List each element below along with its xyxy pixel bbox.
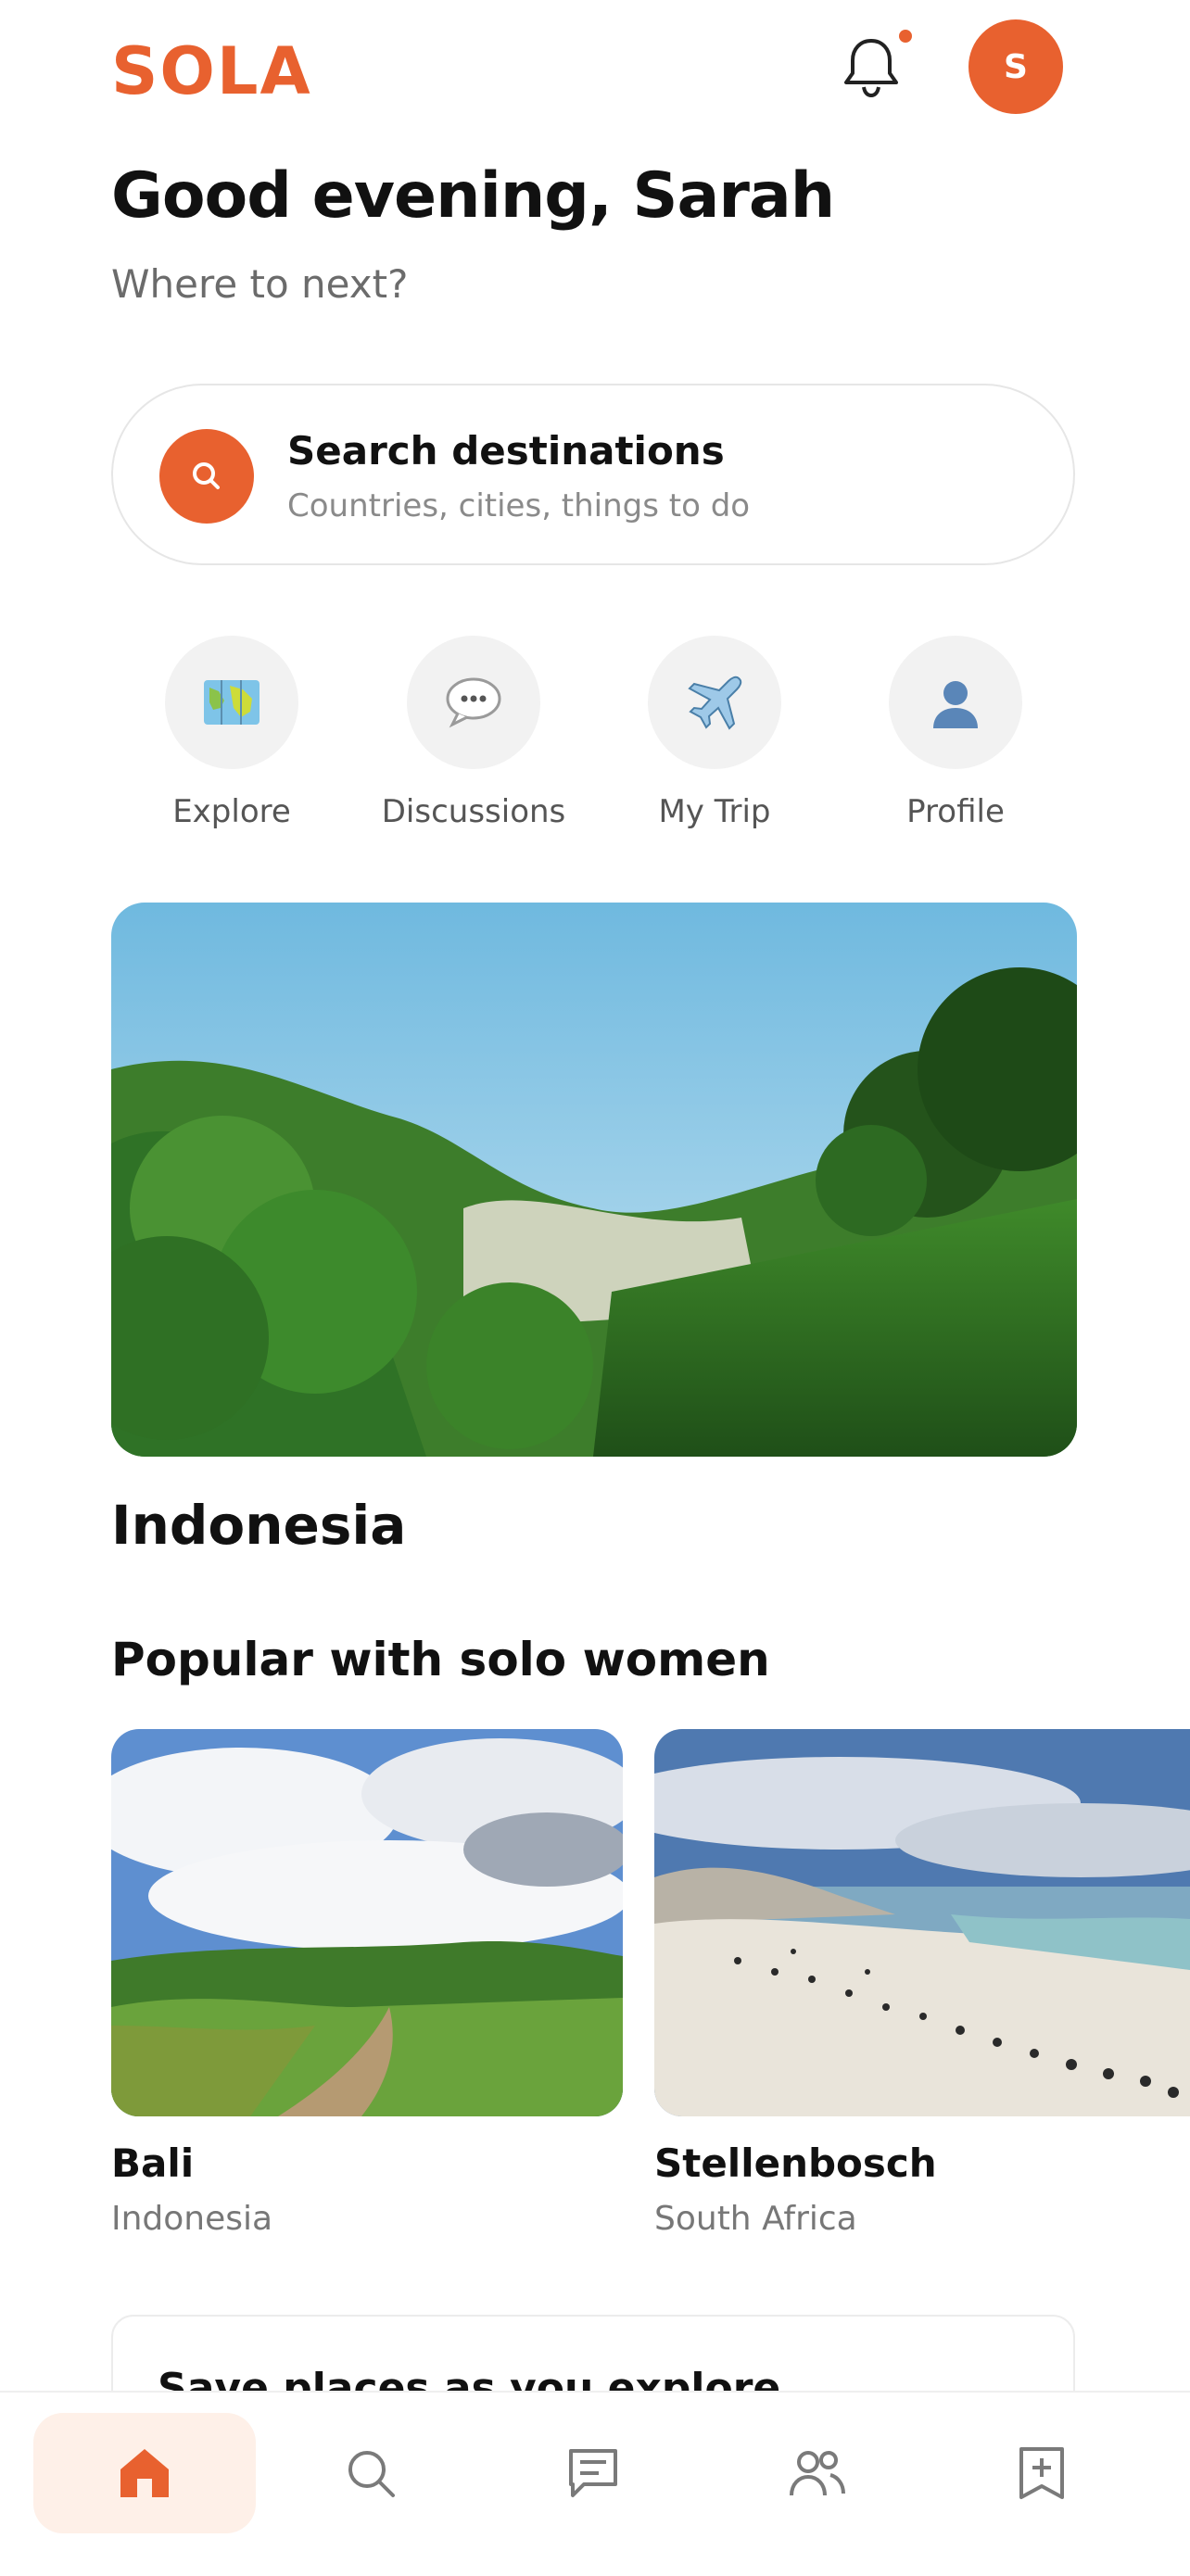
quick-action-discussions[interactable]: Discussions: [353, 636, 594, 830]
person-icon: [889, 636, 1022, 769]
destination-card-country: Indonesia: [111, 2200, 273, 2238]
tab-community[interactable]: [706, 2413, 929, 2533]
avatar-initial: S: [1004, 47, 1028, 86]
home-icon: [120, 2449, 169, 2497]
tab-messages[interactable]: [482, 2413, 704, 2533]
greeting-subtitle: Where to next?: [111, 261, 409, 307]
avatar[interactable]: S: [968, 19, 1063, 114]
tab-saved[interactable]: [930, 2413, 1153, 2533]
people-icon: [790, 2451, 845, 2496]
search-icon: [159, 429, 254, 524]
featured-destination-title[interactable]: Indonesia: [111, 1494, 406, 1557]
search-placeholder: Countries, cities, things to do: [287, 487, 751, 524]
chat-icon: [569, 2449, 617, 2497]
greeting-title: Good evening, Sarah: [111, 159, 835, 233]
bell-icon[interactable]: [840, 33, 903, 100]
destination-card-name[interactable]: Stellenbosch: [654, 2140, 937, 2186]
destination-card-name[interactable]: Bali: [111, 2140, 194, 2186]
bottom-tab-bar: [0, 2391, 1190, 2576]
destination-card-country: South Africa: [654, 2200, 857, 2238]
search-icon: [348, 2451, 395, 2497]
tab-search[interactable]: [260, 2413, 482, 2533]
destination-card-image[interactable]: [654, 1729, 1190, 2116]
quick-action-label: Explore: [172, 793, 291, 830]
quick-action-explore[interactable]: Explore: [111, 636, 352, 830]
quick-action-my-trip[interactable]: My Trip: [594, 636, 835, 830]
quick-action-label: Profile: [906, 793, 1005, 830]
map-icon: [165, 636, 298, 769]
bookmark-add-icon: [1019, 2447, 1064, 2499]
quick-action-profile[interactable]: Profile: [835, 636, 1076, 830]
quick-action-label: My Trip: [658, 793, 771, 830]
quick-action-label: Discussions: [381, 793, 566, 830]
search-destinations-button[interactable]: Search destinations Countries, cities, t…: [111, 384, 1075, 565]
airplane-icon: [648, 636, 781, 769]
speech-bubble-icon: [407, 636, 540, 769]
app-logo: SOLA: [111, 33, 312, 109]
notification-dot: [899, 30, 912, 43]
featured-destination-image[interactable]: [111, 903, 1077, 1457]
search-title: Search destinations: [287, 428, 725, 474]
section-title: Popular with solo women: [111, 1633, 770, 1686]
tab-home[interactable]: [33, 2413, 256, 2533]
destination-card-image[interactable]: [111, 1729, 623, 2116]
